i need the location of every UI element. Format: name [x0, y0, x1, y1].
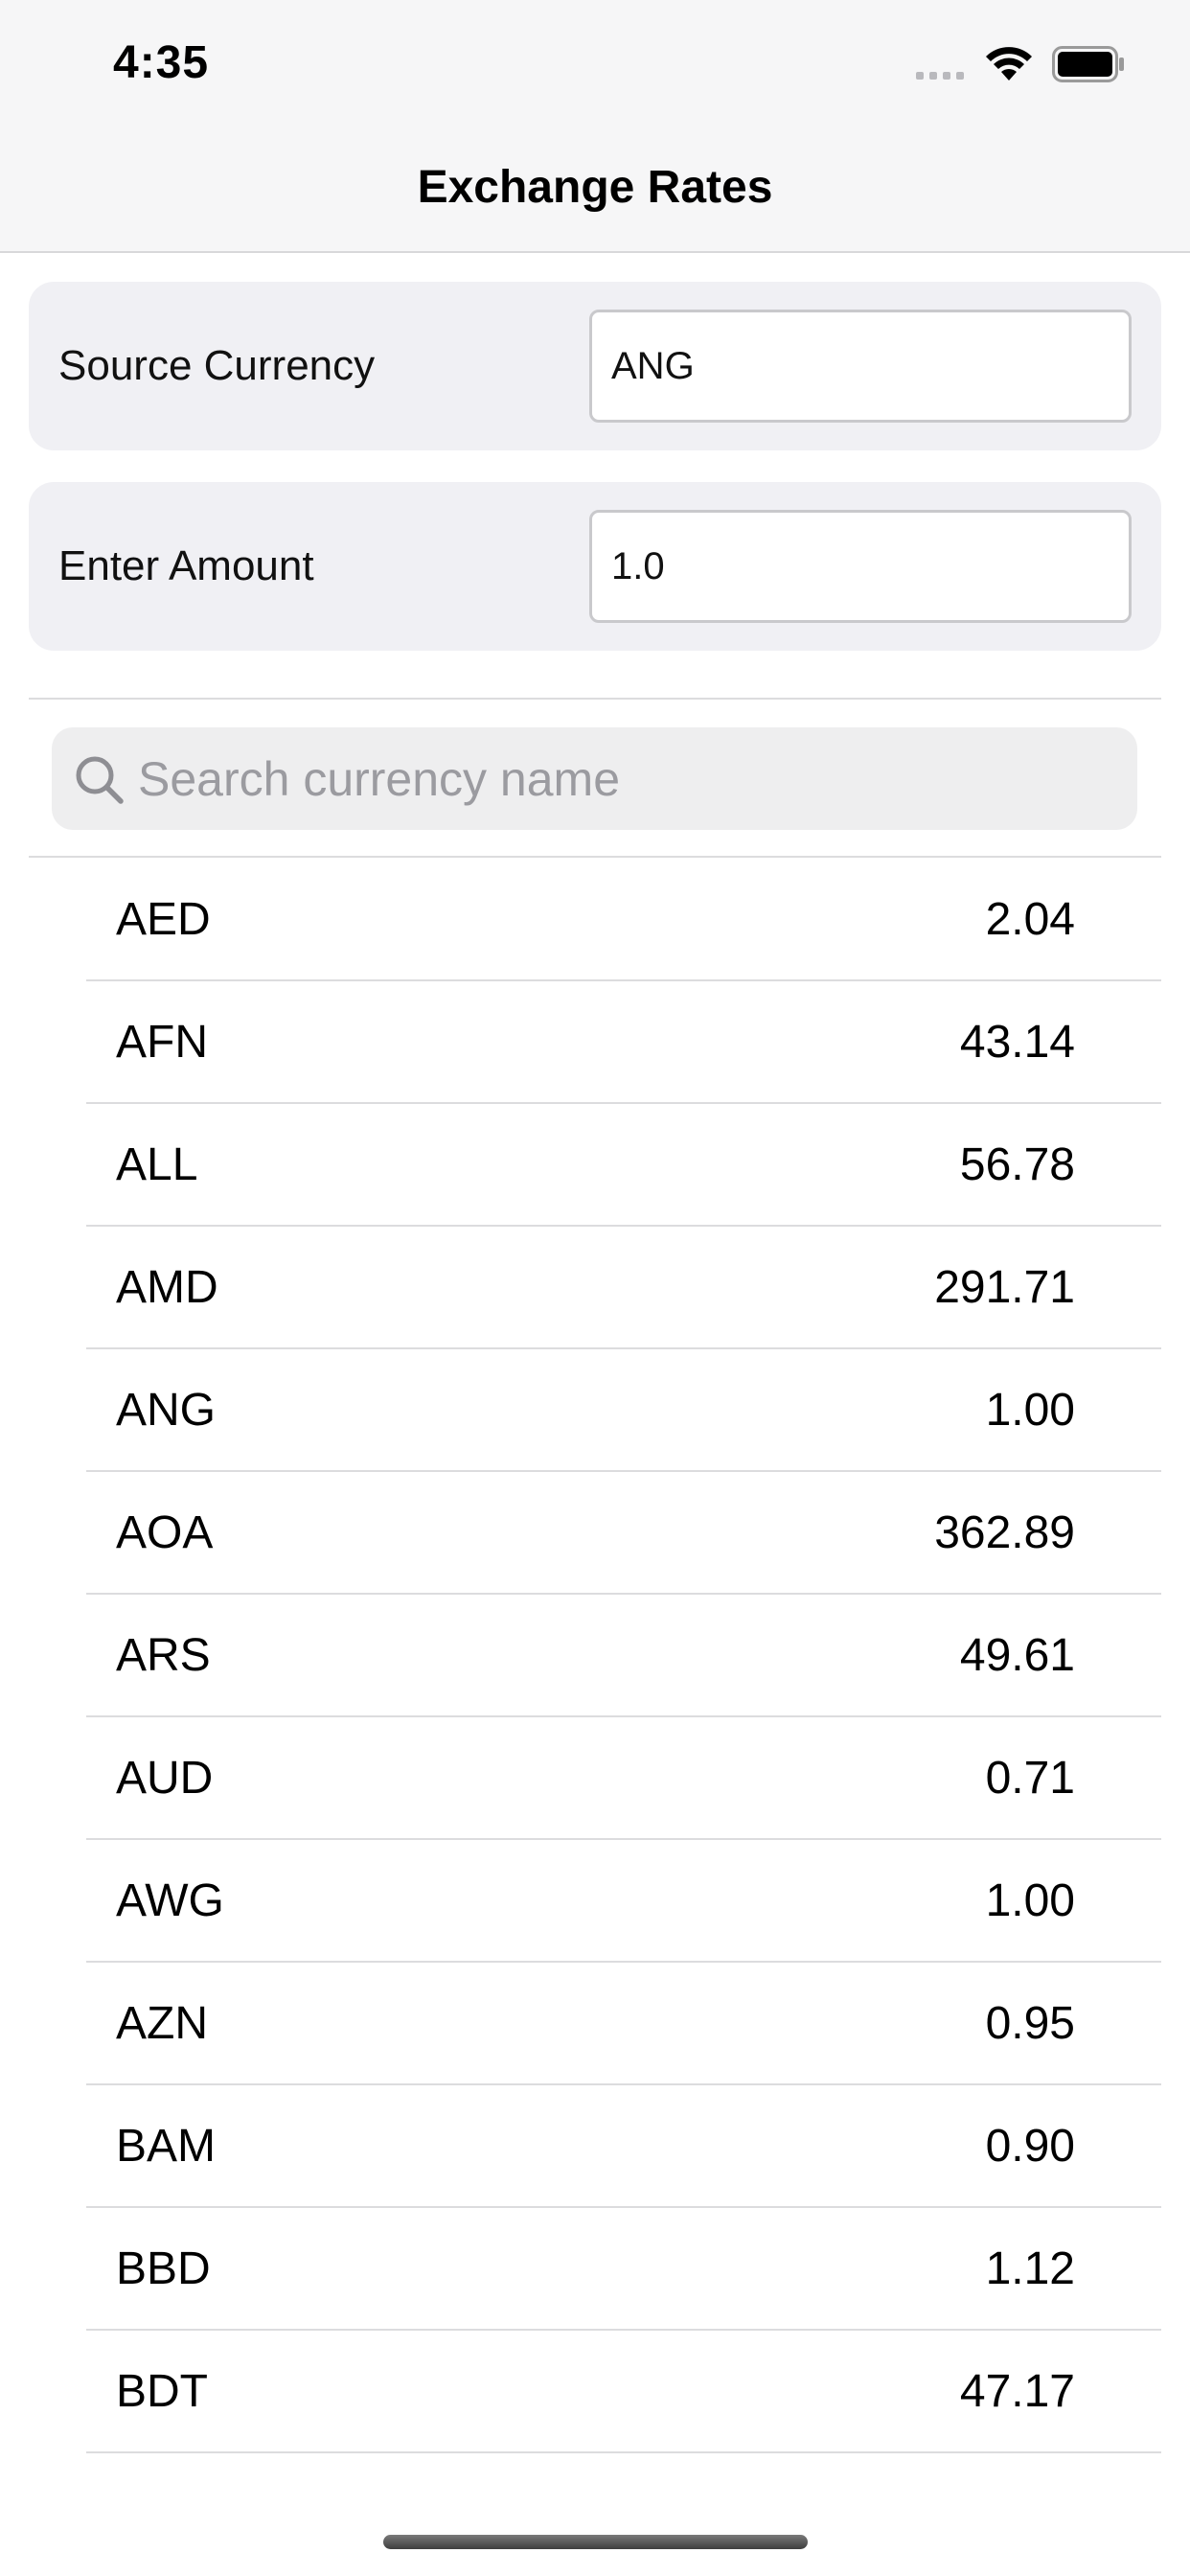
list-item[interactable]: AED 2.04: [86, 859, 1161, 981]
list-item[interactable]: AFN 43.14: [86, 981, 1161, 1104]
amount-row: Enter Amount 1.0: [29, 482, 1161, 651]
search-icon: [76, 756, 124, 804]
divider: [29, 856, 1161, 858]
currency-code: AOA: [116, 1506, 214, 1558]
source-currency-label: Source Currency: [58, 342, 376, 389]
rates-list: AED 2.04 AFN 43.14 ALL 56.78 AMD 291.71 ANG 1.00 A…: [0, 859, 1190, 2453]
currency-code: AZN: [116, 1997, 208, 2049]
list-item[interactable]: AMD 291.71: [86, 1227, 1161, 1349]
list-item[interactable]: AWG 1.00: [86, 1840, 1161, 1963]
currency-code: ARS: [116, 1629, 211, 1681]
page-title: Exchange Rates: [417, 162, 773, 213]
currency-rate: 47.17: [959, 2365, 1075, 2417]
home-indicator[interactable]: [383, 2535, 808, 2549]
list-item[interactable]: ANG 1.00: [86, 1349, 1161, 1472]
currency-code: AMD: [116, 1261, 218, 1313]
currency-rate: 43.14: [959, 1016, 1075, 1068]
currency-rate: 1.12: [985, 2242, 1075, 2294]
amount-label: Enter Amount: [58, 542, 314, 589]
currency-code: AUD: [116, 1752, 214, 1804]
currency-rate: 2.04: [985, 893, 1075, 945]
cellular-signal-icon: [916, 72, 964, 80]
currency-rate: 0.71: [985, 1752, 1075, 1804]
list-item[interactable]: BBD 1.12: [86, 2208, 1161, 2331]
currency-rate: 291.71: [934, 1261, 1075, 1313]
top-bar: 4:35 Exchange Rates: [0, 0, 1190, 253]
battery-icon: [1052, 46, 1124, 82]
status-time: 4:35: [113, 37, 210, 88]
search-input[interactable]: [138, 727, 1115, 830]
divider: [29, 698, 1161, 700]
currency-rate: 0.95: [985, 1997, 1075, 2049]
currency-rate: 1.00: [985, 1384, 1075, 1436]
currency-code: AFN: [116, 1016, 208, 1068]
currency-code: BBD: [116, 2242, 211, 2294]
currency-rate: 0.90: [985, 2120, 1075, 2172]
list-item[interactable]: ARS 49.61: [86, 1595, 1161, 1717]
search-bar[interactable]: [52, 727, 1137, 830]
list-item[interactable]: ALL 56.78: [86, 1104, 1161, 1227]
list-item[interactable]: AUD 0.71: [86, 1717, 1161, 1840]
currency-code: AED: [116, 893, 211, 945]
currency-code: ANG: [116, 1384, 217, 1436]
currency-rate: 56.78: [959, 1138, 1075, 1190]
currency-code: AWG: [116, 1874, 224, 1926]
list-item[interactable]: AOA 362.89: [86, 1472, 1161, 1595]
wifi-icon: [986, 47, 1032, 80]
currency-rate: 362.89: [934, 1506, 1075, 1558]
list-item[interactable]: AZN 0.95: [86, 1963, 1161, 2085]
amount-field[interactable]: 1.0: [589, 510, 1132, 623]
list-item[interactable]: BAM 0.90: [86, 2085, 1161, 2208]
currency-code: ALL: [116, 1138, 198, 1190]
currency-rate: 1.00: [985, 1874, 1075, 1926]
currency-code: BAM: [116, 2120, 217, 2172]
source-currency-field[interactable]: ANG: [589, 310, 1132, 423]
currency-rate: 49.61: [959, 1629, 1075, 1681]
currency-code: BDT: [116, 2365, 208, 2417]
list-item[interactable]: BDT 47.17: [86, 2331, 1161, 2453]
source-currency-row: Source Currency ANG: [29, 282, 1161, 450]
